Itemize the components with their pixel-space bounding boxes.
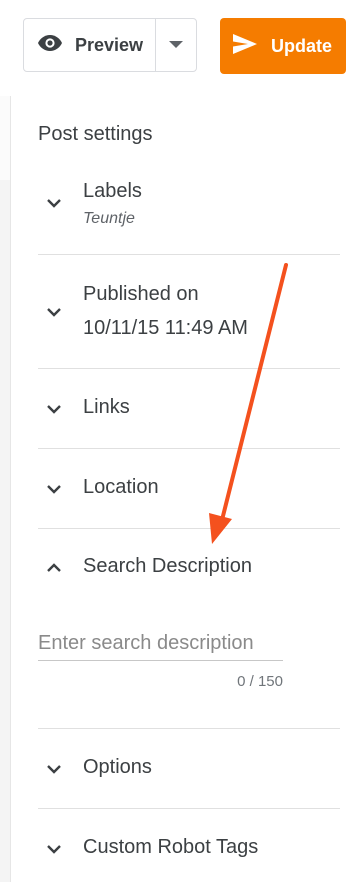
- caret-down-icon: [169, 36, 183, 54]
- chevron-down-icon: [47, 308, 61, 317]
- send-icon: [233, 33, 257, 59]
- preview-button-group: Preview: [23, 18, 197, 72]
- labels-title: Labels: [83, 180, 142, 202]
- settings-row-links[interactable]: Links: [38, 369, 340, 449]
- chevron-up-icon: [47, 563, 61, 572]
- settings-row-options[interactable]: Options: [38, 729, 340, 809]
- labels-value: Teuntje: [83, 210, 135, 227]
- settings-row-location[interactable]: Location: [38, 449, 340, 529]
- search-description-title: Search Description: [83, 555, 252, 577]
- update-button[interactable]: Update: [220, 18, 346, 74]
- settings-row-robot-tags[interactable]: Custom Robot Tags: [38, 809, 340, 882]
- location-title: Location: [83, 476, 159, 498]
- preview-label: Preview: [75, 34, 144, 55]
- panel-title: Post settings: [38, 123, 153, 145]
- update-label: Update: [271, 35, 333, 56]
- editor-edge-inner: [0, 180, 10, 882]
- editor-edge: [0, 96, 11, 882]
- chevron-down-icon: [47, 485, 61, 494]
- settings-row-published[interactable]: Published on 10/11/15 11:49 AM: [38, 255, 340, 369]
- preview-dropdown-button[interactable]: [156, 19, 196, 71]
- robot-tags-title: Custom Robot Tags: [83, 836, 259, 858]
- search-description-input[interactable]: [38, 626, 283, 661]
- settings-row-labels[interactable]: Labels Teuntje: [38, 170, 340, 255]
- published-value: 10/11/15 11:49 AM: [83, 317, 248, 339]
- preview-button[interactable]: Preview: [24, 19, 156, 71]
- chevron-down-icon: [47, 765, 61, 774]
- chevron-down-icon: [47, 405, 61, 414]
- options-title: Options: [83, 756, 152, 778]
- links-title: Links: [83, 396, 130, 418]
- eye-icon: [37, 34, 63, 57]
- published-title: Published on: [83, 283, 199, 305]
- chevron-down-icon: [47, 845, 61, 854]
- character-counter: 0 / 150: [237, 673, 283, 690]
- chevron-down-icon: [47, 199, 61, 208]
